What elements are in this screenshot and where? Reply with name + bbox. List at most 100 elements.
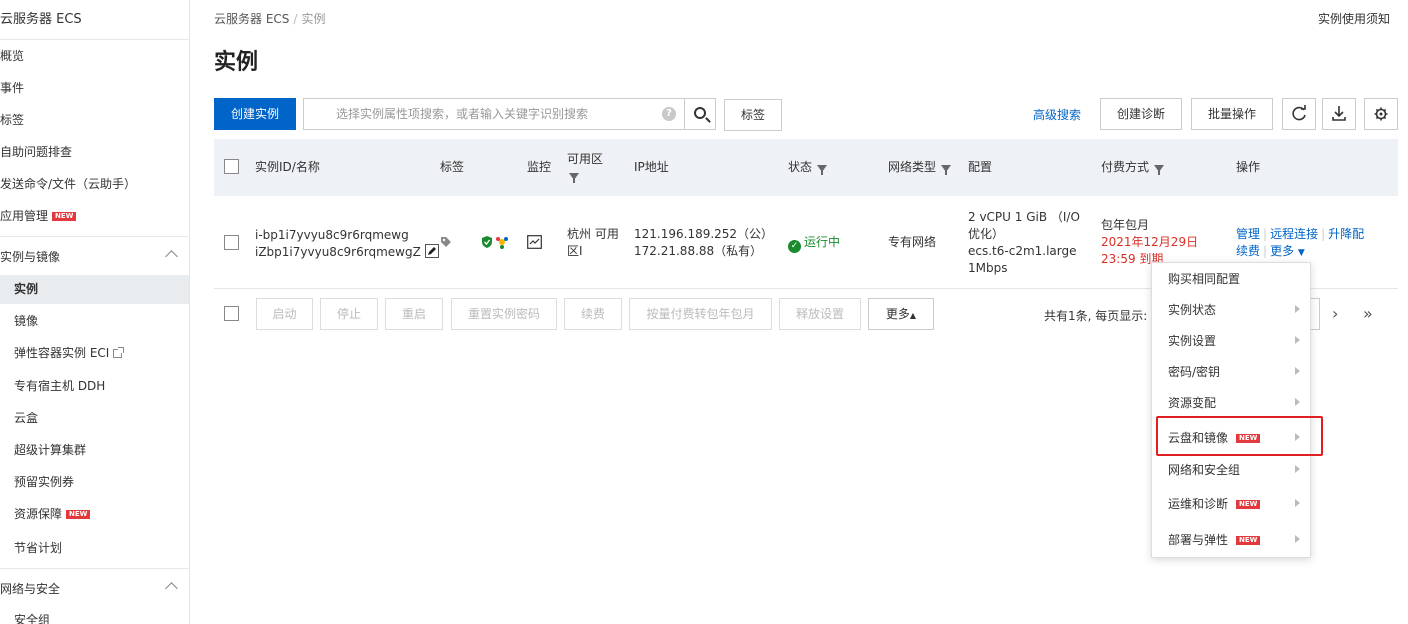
- sidebar-item-send-command[interactable]: 发送命令/文件（云助手）: [0, 170, 189, 198]
- menu-item-password-key[interactable]: 密码/密钥: [1152, 357, 1310, 387]
- sidebar-item-savings-plan[interactable]: 节省计划: [0, 534, 189, 562]
- new-badge: NEW: [1236, 434, 1261, 443]
- menu-item-instance-status[interactable]: 实例状态: [1152, 295, 1310, 325]
- create-diagnosis-button[interactable]: 创建诊断: [1100, 98, 1182, 130]
- column-header-status: 状态: [788, 159, 828, 175]
- sidebar-item-resource-assurance[interactable]: 资源保障 NEW: [0, 500, 189, 528]
- filter-icon[interactable]: [569, 173, 579, 183]
- menu-item-instance-settings[interactable]: 实例设置: [1152, 326, 1310, 356]
- next-page-button[interactable]: ›: [1332, 304, 1338, 323]
- caret-right-icon: [1295, 465, 1300, 473]
- menu-item-deploy-elastic[interactable]: 部署与弹性 NEW: [1152, 525, 1310, 555]
- filter-icon[interactable]: [1154, 165, 1165, 175]
- sidebar-group-label: 网络与安全: [0, 582, 61, 596]
- sidebar-item-cloud-box[interactable]: 云盒: [0, 404, 189, 432]
- help-question-icon[interactable]: ?: [662, 107, 676, 121]
- action-separator: |: [1263, 227, 1268, 241]
- sidebar-group-instances-images[interactable]: 实例与镜像: [0, 243, 189, 271]
- caret-down-icon: ▼: [1297, 248, 1305, 258]
- convert-billing-button[interactable]: 按量付费转包年包月: [629, 298, 772, 330]
- sidebar-group-network-security[interactable]: 网络与安全: [0, 575, 189, 603]
- page-title: 实例: [214, 50, 259, 75]
- sidebar-item-instances[interactable]: 实例: [0, 275, 189, 304]
- edit-icon[interactable]: [424, 244, 439, 258]
- sidebar-item-ddh[interactable]: 专有宿主机 DDH: [0, 372, 189, 400]
- bottom-select-all-checkbox[interactable]: [224, 306, 239, 321]
- more-batch-button[interactable]: 更多▲: [868, 298, 934, 330]
- search-input[interactable]: [304, 99, 654, 129]
- menu-item-buy-same-config[interactable]: 购买相同配置: [1152, 264, 1310, 294]
- renew-link[interactable]: 续费: [1236, 244, 1260, 258]
- select-all-checkbox[interactable]: [224, 159, 239, 174]
- column-header-tag: 标签: [440, 160, 465, 174]
- sidebar-item-label: 应用管理: [0, 209, 49, 223]
- sidebar-item-eci[interactable]: 弹性容器实例 ECI: [0, 339, 189, 367]
- remote-connect-link[interactable]: 远程连接: [1270, 227, 1318, 241]
- advanced-search-link[interactable]: 高级搜索: [1033, 106, 1081, 123]
- refresh-button[interactable]: [1282, 98, 1316, 130]
- batch-operation-button[interactable]: 批量操作: [1191, 98, 1273, 130]
- search-button[interactable]: [684, 98, 716, 130]
- sidebar-item-overview[interactable]: 概览: [0, 42, 189, 70]
- filter-icon[interactable]: [817, 165, 828, 175]
- menu-item-network-security[interactable]: 网络和安全组: [1152, 455, 1310, 485]
- more-batch-label: 更多: [885, 307, 910, 321]
- sidebar-item-troubleshoot[interactable]: 自助问题排查: [0, 138, 189, 166]
- start-button[interactable]: 启动: [256, 298, 313, 330]
- menu-item-label: 部署与弹性: [1168, 533, 1229, 547]
- row-checkbox[interactable]: [224, 235, 239, 250]
- sidebar-item-label: 弹性容器实例 ECI: [14, 346, 110, 360]
- sidebar-item-tags[interactable]: 标签: [0, 106, 189, 134]
- check-circle-icon: ✓: [788, 240, 801, 253]
- breadcrumb-ecs[interactable]: 云服务器 ECS: [214, 12, 289, 26]
- instance-id-link[interactable]: i-bp1i7yvyu8c9r6rqmewg: [255, 227, 409, 244]
- column-header-network: 网络类型: [888, 159, 952, 175]
- column-header-monitor: 监控: [527, 160, 552, 174]
- menu-item-label: 资源变配: [1168, 396, 1217, 410]
- menu-item-ops-diagnosis[interactable]: 运维和诊断 NEW: [1152, 489, 1310, 519]
- instance-usage-notice-link[interactable]: 实例使用须知: [1318, 10, 1390, 27]
- create-instance-button[interactable]: 创建实例: [214, 98, 296, 130]
- reset-password-button[interactable]: 重置实例密码: [451, 298, 557, 330]
- column-header-zone: 可用区: [567, 151, 607, 183]
- upgrade-downgrade-link[interactable]: 升降配: [1328, 227, 1364, 241]
- column-header-billing: 付费方式: [1101, 159, 1165, 175]
- instance-type-link[interactable]: ecs.t6-c2m1.large: [968, 243, 1077, 260]
- restart-button[interactable]: 重启: [385, 298, 443, 330]
- network-type: 专有网络: [888, 235, 937, 249]
- sidebar-item-events[interactable]: 事件: [0, 74, 189, 102]
- sidebar-item-images[interactable]: 镜像: [0, 307, 189, 335]
- export-button[interactable]: [1322, 98, 1356, 130]
- more-actions-menu: 购买相同配置 实例状态 实例设置 密码/密钥 资源变配 云盘和镜像 NEW 网络和…: [1151, 262, 1311, 558]
- menu-item-disk-and-image[interactable]: 云盘和镜像 NEW: [1152, 423, 1310, 453]
- settings-button[interactable]: [1364, 98, 1398, 130]
- manage-link[interactable]: 管理: [1236, 227, 1260, 241]
- last-page-button[interactable]: »: [1363, 304, 1373, 323]
- security-shield-icon[interactable]: [480, 235, 494, 249]
- new-badge: NEW: [52, 212, 77, 221]
- monitor-chart-icon[interactable]: [527, 235, 542, 249]
- sidebar-item-app-management[interactable]: 应用管理 NEW: [0, 202, 189, 230]
- stop-button[interactable]: 停止: [320, 298, 378, 330]
- column-header-id: 实例ID/名称: [255, 160, 320, 174]
- release-settings-button[interactable]: 释放设置: [779, 298, 861, 330]
- filter-icon[interactable]: [941, 165, 952, 175]
- renew-button[interactable]: 续费: [564, 298, 622, 330]
- menu-item-resource-change[interactable]: 资源变配: [1152, 388, 1310, 418]
- sidebar-item-hpc-cluster[interactable]: 超级计算集群: [0, 436, 189, 464]
- tag-filter-button[interactable]: 标签: [724, 99, 782, 131]
- config-spec: 2 vCPU 1 GiB （I/O优化）: [968, 210, 1080, 241]
- instance-name: iZbp1i7yvyu8c9r6rqmewgZ: [255, 244, 439, 261]
- breadcrumb-separator: /: [293, 12, 298, 26]
- table-header: 实例ID/名称 标签 监控 可用区 IP地址 状态 网络类型 配置 付费方式 操…: [214, 139, 1398, 196]
- column-header-ip: IP地址: [634, 160, 669, 174]
- bandwidth: 1Mbps: [968, 261, 1008, 275]
- breadcrumb-current: 实例: [301, 12, 326, 26]
- sidebar-item-reserved-instances[interactable]: 预留实例券: [0, 468, 189, 496]
- more-actions-dropdown[interactable]: 更多 ▼: [1270, 244, 1305, 258]
- column-header-actions: 操作: [1236, 160, 1261, 174]
- download-icon: [1332, 106, 1346, 121]
- sidebar-item-security-group[interactable]: 安全组: [0, 606, 189, 624]
- app-status-icon[interactable]: [495, 235, 509, 249]
- tag-icon[interactable]: [440, 236, 452, 248]
